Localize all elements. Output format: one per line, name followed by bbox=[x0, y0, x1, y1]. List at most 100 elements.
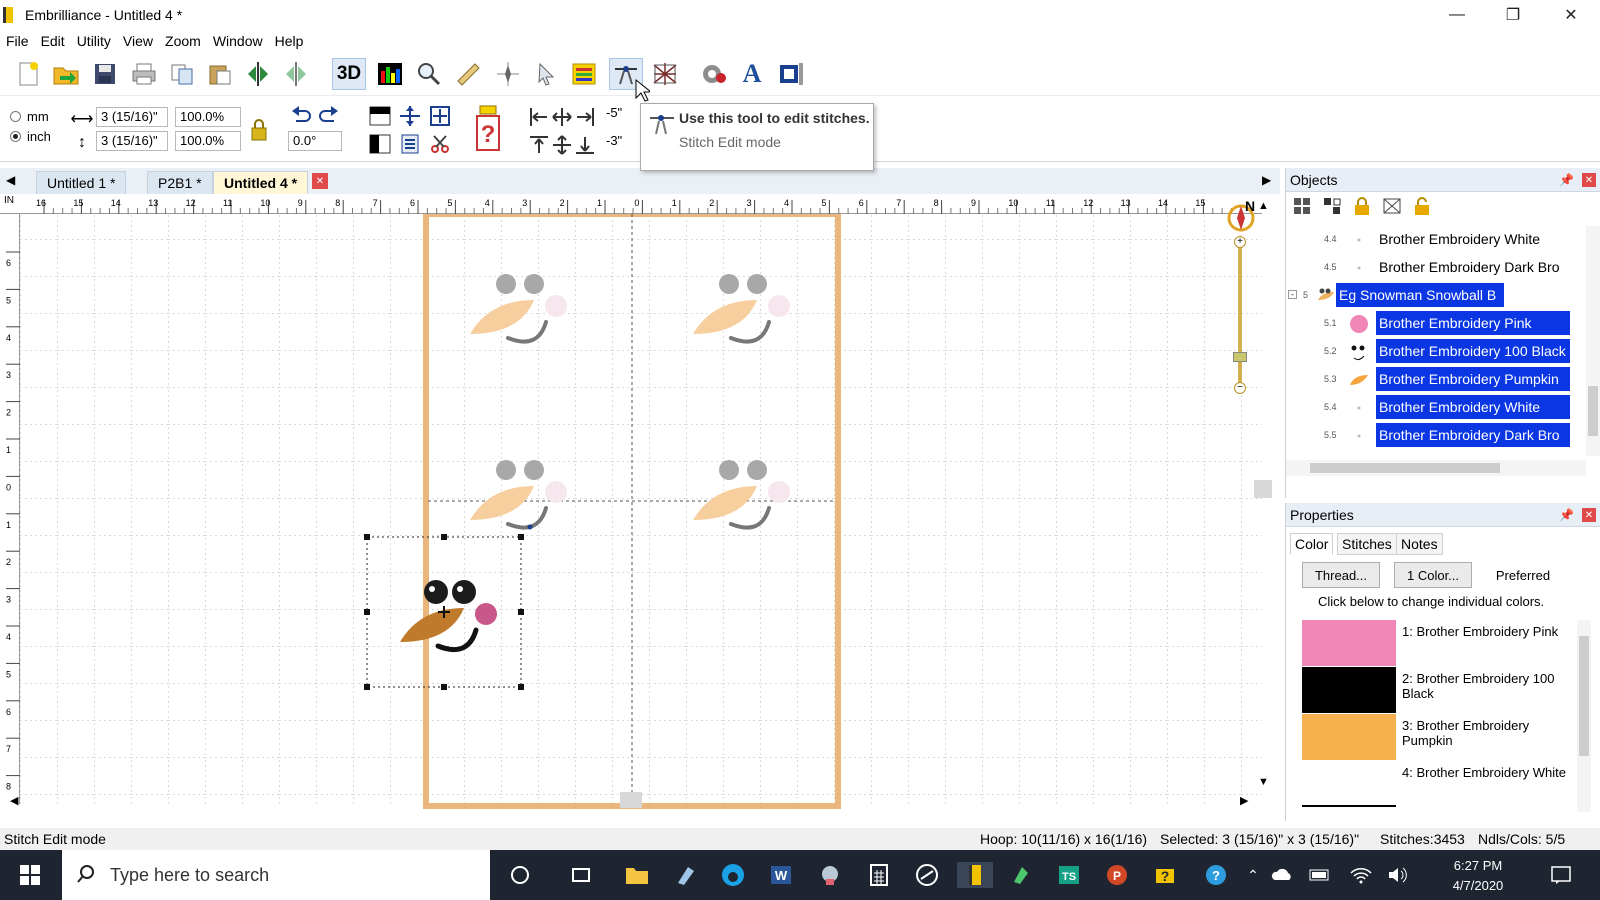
preferred-button[interactable]: Preferred bbox=[1484, 562, 1562, 588]
menu-file[interactable]: File bbox=[0, 33, 35, 49]
tab-untitled-4[interactable]: Untitled 4 * bbox=[213, 171, 309, 194]
ruler-icon[interactable] bbox=[451, 58, 485, 90]
close-objects-button[interactable]: ✕ bbox=[1582, 173, 1596, 187]
app-icon-ts[interactable]: TS bbox=[1056, 862, 1082, 888]
new-file-icon[interactable] bbox=[11, 58, 45, 90]
object-label[interactable]: Brother Embroidery White bbox=[1376, 395, 1570, 419]
menu-window[interactable]: Window bbox=[207, 33, 269, 49]
task-view-icon[interactable] bbox=[568, 862, 594, 888]
zoom-out-icon[interactable]: − bbox=[1234, 382, 1246, 394]
onedrive-icon[interactable] bbox=[1270, 862, 1296, 888]
object-row[interactable]: 5.2 Brother Embroidery 100 Black bbox=[1286, 338, 1586, 364]
objects-hscroll-thumb[interactable] bbox=[1310, 463, 1500, 473]
color-list-scroll-thumb[interactable] bbox=[1579, 636, 1589, 756]
inch-radio[interactable] bbox=[10, 131, 21, 142]
cortana-icon[interactable] bbox=[507, 862, 533, 888]
align-top-icon[interactable] bbox=[368, 104, 392, 128]
wifi-icon[interactable] bbox=[1348, 862, 1374, 888]
help-question-icon[interactable]: ? bbox=[474, 104, 502, 152]
close-properties-button[interactable]: ✕ bbox=[1582, 508, 1596, 522]
color-list[interactable]: 1: Brother Embroidery Pink 2: Brother Emb… bbox=[1286, 620, 1576, 812]
scale-width-field[interactable]: 100.0% bbox=[175, 107, 241, 127]
align-top-edge-icon[interactable] bbox=[527, 133, 551, 157]
selection-handle[interactable] bbox=[364, 684, 370, 690]
align-left-edge-icon[interactable] bbox=[527, 105, 551, 129]
tab-stitches[interactable]: Stitches bbox=[1337, 533, 1397, 555]
object-row[interactable]: 4.5 Brother Embroidery Dark Bro bbox=[1286, 254, 1586, 280]
restore-button[interactable]: ❐ bbox=[1484, 0, 1542, 30]
color-row[interactable]: 4: Brother Embroidery White bbox=[1302, 761, 1572, 807]
object-label[interactable]: Brother Embroidery 100 Black bbox=[1376, 339, 1570, 363]
word-icon[interactable]: W bbox=[768, 862, 794, 888]
mirror-horizontal-icon[interactable] bbox=[241, 58, 275, 90]
objects-tree[interactable]: 4.4 Brother Embroidery White 4.5 Brother Em… bbox=[1286, 226, 1586, 456]
notifications-icon[interactable] bbox=[1548, 862, 1574, 888]
menu-utility[interactable]: Utility bbox=[71, 33, 117, 49]
mm-radio[interactable] bbox=[10, 111, 21, 122]
object-label[interactable]: Brother Embroidery Dark Bro bbox=[1376, 423, 1570, 447]
color-row[interactable]: 2: Brother Embroidery 100 Black bbox=[1302, 667, 1572, 713]
menu-view[interactable]: View bbox=[117, 33, 159, 49]
object-row[interactable]: 5.5 Brother Embroidery Dark Bro bbox=[1286, 422, 1586, 448]
objects-vscroll-thumb[interactable] bbox=[1588, 386, 1598, 436]
color-list-scroll[interactable] bbox=[1577, 620, 1591, 812]
lock-icon[interactable] bbox=[1352, 196, 1372, 219]
rotate-right-icon[interactable] bbox=[317, 104, 341, 128]
pin-icon[interactable]: 📌 bbox=[1559, 173, 1574, 187]
offset-y-field[interactable]: -3" bbox=[602, 132, 634, 152]
app-icon-green[interactable] bbox=[1008, 862, 1034, 888]
scroll-up-icon[interactable]: ▲ bbox=[1258, 200, 1269, 212]
menu-edit[interactable]: Edit bbox=[35, 33, 71, 49]
app-icon-blue[interactable] bbox=[673, 862, 699, 888]
rotate-left-icon[interactable] bbox=[289, 104, 313, 128]
selection-handle[interactable] bbox=[364, 609, 370, 615]
taskbar-search[interactable]: Type here to search bbox=[62, 850, 490, 900]
offset-x-field[interactable]: -5" bbox=[602, 104, 634, 124]
scroll-left-icon[interactable]: ◀ bbox=[10, 794, 18, 807]
hoop-icon[interactable] bbox=[774, 58, 808, 90]
open-folder-icon[interactable] bbox=[49, 58, 83, 90]
menu-help[interactable]: Help bbox=[269, 33, 310, 49]
calculator-icon[interactable] bbox=[866, 862, 892, 888]
properties-sheet-icon[interactable] bbox=[567, 58, 601, 90]
zoom-slider-thumb[interactable] bbox=[1233, 352, 1247, 362]
object-row[interactable]: 5.4 Brother Embroidery White bbox=[1286, 394, 1586, 420]
edge-browser-icon[interactable] bbox=[720, 862, 746, 888]
selection-handle[interactable] bbox=[441, 684, 447, 690]
zoom-icon[interactable] bbox=[412, 58, 446, 90]
select-pointer-icon[interactable] bbox=[529, 58, 563, 90]
align-left-icon[interactable] bbox=[368, 132, 392, 156]
app-icon-mixer[interactable] bbox=[817, 862, 843, 888]
object-label[interactable]: Brother Embroidery White bbox=[1376, 227, 1570, 251]
zoom-in-icon[interactable]: + bbox=[1234, 236, 1246, 248]
hide-icon[interactable] bbox=[1382, 196, 1402, 219]
design-area[interactable] bbox=[0, 194, 1262, 822]
align-bottom-edge-icon[interactable] bbox=[573, 133, 597, 157]
center-vertical-icon[interactable] bbox=[398, 104, 422, 128]
object-label[interactable]: Eg Snowman Snowball B bbox=[1336, 283, 1504, 307]
one-color-button[interactable]: 1 Color... bbox=[1394, 562, 1472, 588]
volume-icon[interactable] bbox=[1385, 862, 1411, 888]
horizontal-scroll-thumb[interactable] bbox=[620, 792, 642, 808]
get-help-icon[interactable]: ? bbox=[1203, 862, 1229, 888]
unlock-icon[interactable] bbox=[1412, 196, 1432, 219]
width-field[interactable]: 3 (15/16)" bbox=[96, 107, 168, 127]
object-row[interactable]: 5.3 Brother Embroidery Pumpkin bbox=[1286, 366, 1586, 392]
objects-hscroll[interactable] bbox=[1286, 460, 1586, 476]
object-row[interactable]: 5.1 Brother Embroidery Pink bbox=[1286, 310, 1586, 336]
color-chart-icon[interactable] bbox=[373, 58, 407, 90]
list-align-icon[interactable] bbox=[398, 132, 422, 156]
unit-mm-option[interactable]: mm bbox=[10, 109, 49, 124]
center-in-hoop-icon[interactable] bbox=[428, 104, 452, 128]
tab-p2b1[interactable]: P2B1 * bbox=[147, 171, 213, 194]
save-icon[interactable] bbox=[88, 58, 122, 90]
color-swatch[interactable] bbox=[1302, 714, 1396, 760]
clock[interactable]: 6:27 PM 4/7/2020 bbox=[1438, 856, 1518, 896]
lock-aspect-icon[interactable] bbox=[247, 118, 271, 142]
scale-height-field[interactable]: 100.0% bbox=[175, 131, 241, 151]
battery-icon[interactable] bbox=[1307, 862, 1333, 888]
scroll-down-icon[interactable]: ▼ bbox=[1258, 776, 1269, 788]
needle-point-icon[interactable] bbox=[491, 58, 525, 90]
unit-inch-option[interactable]: inch bbox=[10, 129, 51, 144]
selection-handle[interactable] bbox=[364, 534, 370, 540]
